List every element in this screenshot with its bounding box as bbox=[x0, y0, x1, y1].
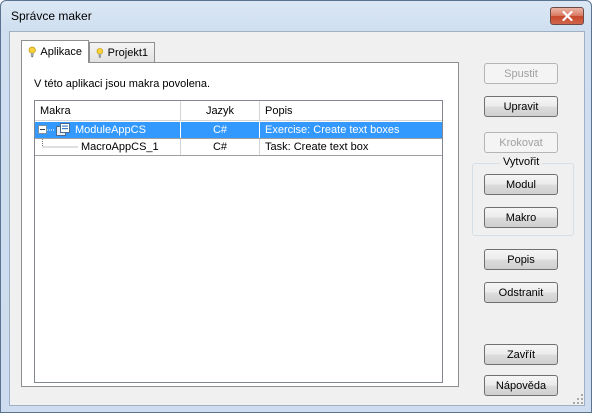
tab-aplikace[interactable]: Aplikace bbox=[21, 40, 89, 63]
tree-connector bbox=[47, 129, 55, 131]
column-header-makra[interactable]: Makra bbox=[35, 101, 181, 121]
module-button[interactable]: Modul bbox=[484, 174, 558, 195]
macro-button[interactable]: Makro bbox=[484, 207, 558, 228]
tree-connector bbox=[42, 139, 78, 148]
tab-label: Aplikace bbox=[40, 46, 82, 58]
table-row[interactable]: MacroAppCS_1 C# Task: Create text box bbox=[35, 139, 442, 155]
tab-projekt1[interactable]: Projekt1 bbox=[89, 42, 155, 62]
close-icon bbox=[561, 11, 573, 21]
macro-name: ModuleAppCS bbox=[75, 124, 146, 136]
help-button[interactable]: Nápověda bbox=[484, 375, 558, 396]
edit-button[interactable]: Upravit bbox=[484, 96, 558, 117]
table-row[interactable]: ModuleAppCS C# Exercise: Create text box… bbox=[35, 122, 442, 138]
lightbulb-icon bbox=[96, 47, 104, 58]
collapse-icon[interactable] bbox=[38, 125, 47, 134]
lightbulb-icon bbox=[28, 46, 36, 58]
macro-name-cell: ModuleAppCS bbox=[35, 122, 181, 138]
remove-button[interactable]: Odstranit bbox=[484, 282, 558, 303]
tab-panel-aplikace: V této aplikaci jsou makra povolena. Mak… bbox=[21, 62, 459, 387]
window-title: Správce maker bbox=[11, 9, 92, 23]
title-bar[interactable]: Správce maker bbox=[1, 1, 591, 31]
resize-grip-icon[interactable] bbox=[572, 393, 584, 405]
macro-description: Task: Create text box bbox=[265, 141, 369, 153]
dialog-body: Aplikace Projekt1 V této aplikaci jsou m… bbox=[9, 31, 585, 406]
tab-label: Projekt1 bbox=[107, 46, 148, 59]
window-close-button[interactable] bbox=[550, 7, 584, 25]
macro-name-cell: MacroAppCS_1 bbox=[35, 139, 181, 155]
macro-language: C# bbox=[181, 122, 260, 138]
column-header-jazyk[interactable]: Jazyk bbox=[181, 101, 260, 121]
run-button[interactable]: Spustit bbox=[484, 63, 558, 84]
macros-enabled-text: V této aplikaci jsou makra povolena. bbox=[34, 78, 211, 90]
macro-manager-window: Správce maker Aplikace Projekt1 V této a… bbox=[0, 0, 592, 413]
macro-description: Exercise: Create text boxes bbox=[265, 124, 400, 136]
macro-language: C# bbox=[181, 139, 260, 155]
step-button[interactable]: Krokovat bbox=[484, 132, 558, 153]
grid-header: Makra Jazyk Popis bbox=[35, 101, 442, 121]
close-button[interactable]: Zavřít bbox=[484, 344, 558, 365]
column-header-popis[interactable]: Popis bbox=[260, 101, 442, 121]
macro-list[interactable]: Makra Jazyk Popis ModuleAppCS C# Exercis… bbox=[34, 100, 443, 383]
module-icon bbox=[56, 123, 70, 136]
macro-name: MacroAppCS_1 bbox=[81, 141, 159, 153]
row-divider bbox=[35, 155, 442, 156]
create-group-label: Vytvořit bbox=[500, 156, 543, 168]
description-button[interactable]: Popis bbox=[484, 249, 558, 270]
